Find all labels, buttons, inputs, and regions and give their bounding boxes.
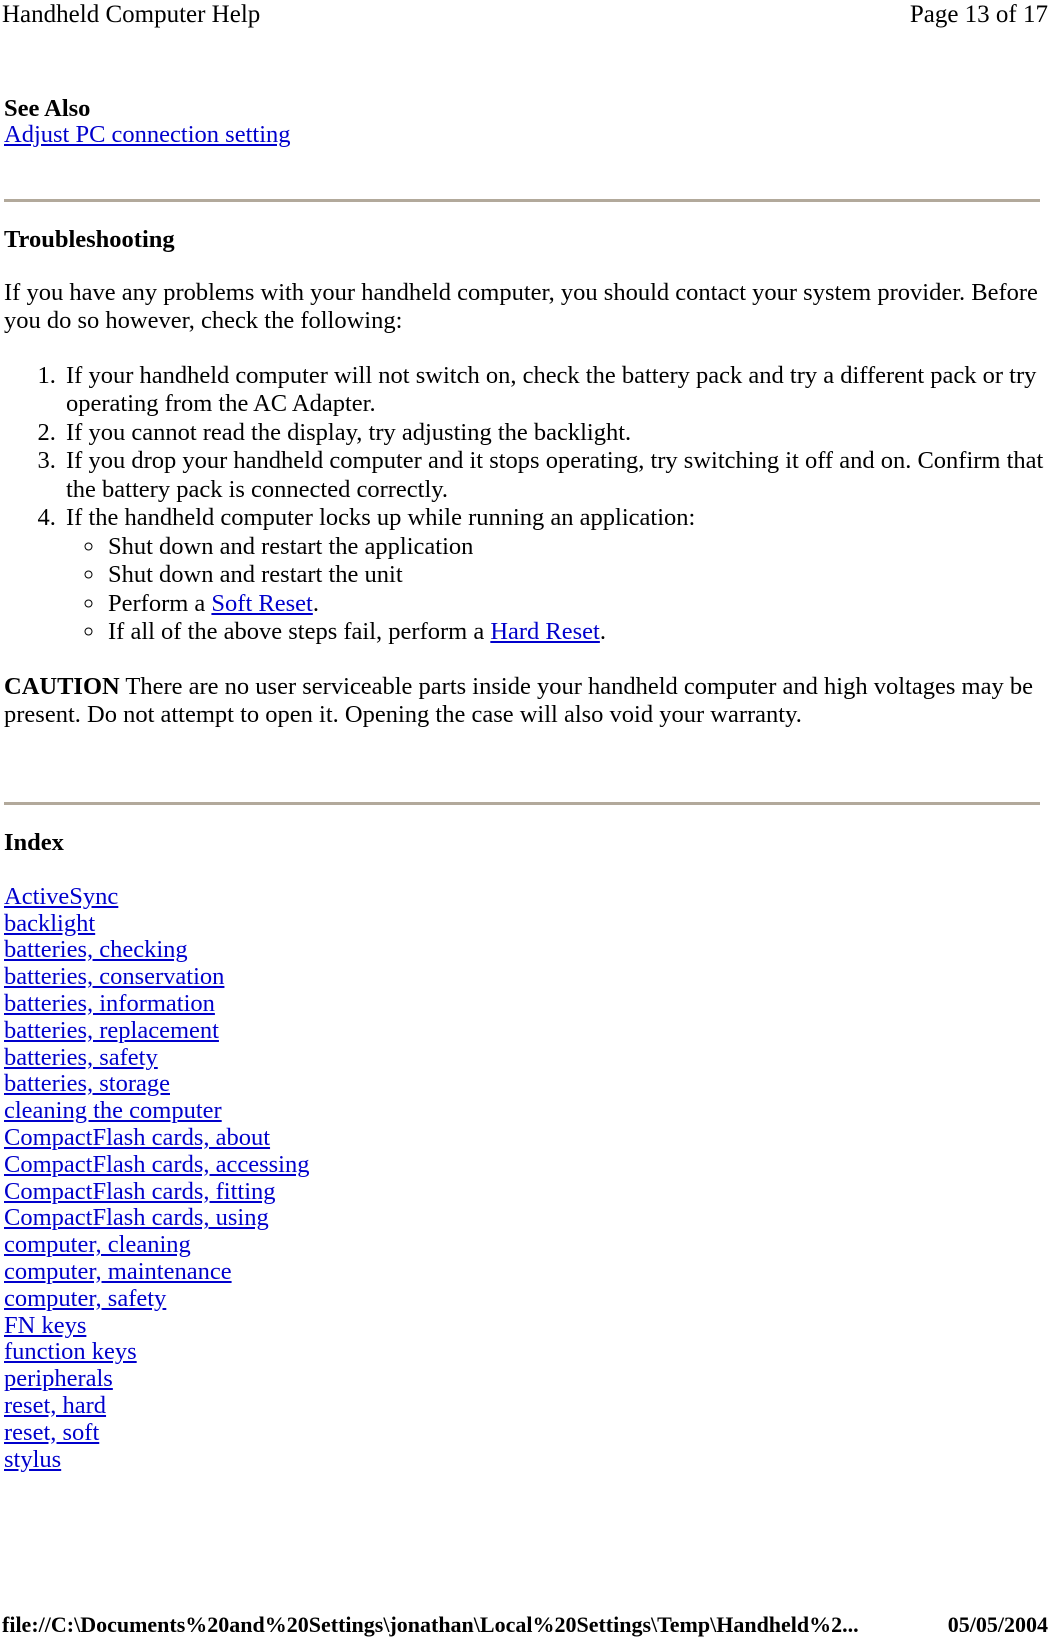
- index-link-compactflash-cards-accessing[interactable]: CompactFlash cards, accessing: [4, 1151, 309, 1178]
- troubleshooting-steps-list: If your handheld computer will not switc…: [4, 362, 1044, 647]
- list-item: reset, hard: [4, 1392, 1044, 1420]
- index-link-compactflash-cards-about[interactable]: CompactFlash cards, about: [4, 1124, 270, 1151]
- list-item: batteries, safety: [4, 1044, 1044, 1072]
- list-item: ActiveSync: [4, 883, 1044, 911]
- link-hard-reset[interactable]: Hard Reset: [490, 618, 600, 645]
- list-item: CompactFlash cards, using: [4, 1204, 1044, 1232]
- index-link-stylus[interactable]: stylus: [4, 1446, 61, 1473]
- print-header: Handheld Computer Help Page 13 of 17: [0, 0, 1050, 34]
- caution-label: CAUTION: [4, 672, 120, 700]
- list-item: Shut down and restart the application: [106, 533, 1044, 562]
- troubleshooting-section: Troubleshooting If you have any problems…: [4, 226, 1044, 730]
- list-item-label: If the handheld computer locks up while …: [66, 504, 696, 532]
- list-item: CompactFlash cards, fitting: [4, 1178, 1044, 1206]
- list-item: FN keys: [4, 1312, 1044, 1340]
- list-item-prefix: Perform a: [108, 589, 212, 617]
- print-footer-url: file://C:\Documents%20and%20Settings\jon…: [2, 1612, 859, 1637]
- see-also-section: See Also Adjust PC connection setting: [4, 95, 1044, 149]
- troubleshooting-intro-paragraph: If you have any problems with your handh…: [4, 278, 1038, 335]
- list-item-suffix: .: [312, 589, 319, 617]
- print-header-page-number: Page 13 of 17: [909, 1, 1048, 28]
- list-item-suffix: .: [599, 618, 606, 646]
- caution-text: There are no user serviceable parts insi…: [4, 672, 1033, 729]
- index-link-batteries-conservation[interactable]: batteries, conservation: [4, 963, 224, 990]
- index-link-computer-cleaning[interactable]: computer, cleaning: [4, 1231, 191, 1258]
- list-item: If your handheld computer will not switc…: [62, 362, 1044, 419]
- list-item: Shut down and restart the unit: [106, 561, 1044, 590]
- list-item: batteries, conservation: [4, 963, 1044, 991]
- list-item: If the handheld computer locks up while …: [62, 504, 1044, 647]
- index-link-batteries-information[interactable]: batteries, information: [4, 990, 215, 1017]
- list-item: backlight: [4, 910, 1044, 938]
- index-link-compactflash-cards-using[interactable]: CompactFlash cards, using: [4, 1204, 269, 1231]
- list-item: CompactFlash cards, about: [4, 1124, 1044, 1152]
- print-footer-date: 05/05/2004: [947, 1612, 1048, 1637]
- list-item: If all of the above steps fail, perform …: [106, 618, 1044, 647]
- index-link-batteries-checking[interactable]: batteries, checking: [4, 936, 188, 963]
- link-soft-reset[interactable]: Soft Reset: [211, 590, 312, 617]
- index-heading: Index: [4, 828, 64, 856]
- list-item: CompactFlash cards, accessing: [4, 1151, 1044, 1179]
- index-link-compactflash-cards-fitting[interactable]: CompactFlash cards, fitting: [4, 1178, 276, 1205]
- list-item: If you cannot read the display, try adju…: [62, 419, 1044, 448]
- list-item: If you drop your handheld computer and i…: [62, 447, 1044, 504]
- index-link-fn-keys[interactable]: FN keys: [4, 1312, 86, 1339]
- document-page: Handheld Computer Help Page 13 of 17 See…: [0, 0, 1050, 1644]
- index-link-reset-soft[interactable]: reset, soft: [4, 1419, 99, 1446]
- index-link-activesync[interactable]: ActiveSync: [4, 883, 118, 910]
- caution-paragraph: CAUTION There are no user serviceable pa…: [4, 673, 1044, 730]
- see-also-heading: See Also: [4, 95, 91, 122]
- index-link-batteries-storage[interactable]: batteries, storage: [4, 1070, 170, 1097]
- list-item: function keys: [4, 1338, 1044, 1366]
- print-header-title: Handheld Computer Help: [2, 1, 261, 28]
- list-item: batteries, checking: [4, 936, 1044, 964]
- index-link-batteries-safety[interactable]: batteries, safety: [4, 1044, 158, 1071]
- index-link-backlight[interactable]: backlight: [4, 910, 95, 937]
- document-content: See Also Adjust PC connection setting Tr…: [4, 95, 1044, 1473]
- list-item: peripherals: [4, 1365, 1044, 1393]
- list-item: reset, soft: [4, 1419, 1044, 1447]
- list-item: batteries, storage: [4, 1070, 1044, 1098]
- list-item: Perform a Soft Reset.: [106, 590, 1044, 619]
- troubleshooting-substeps-list: Shut down and restart the application Sh…: [66, 533, 1044, 647]
- index-link-list: ActiveSync backlight batteries, checking…: [4, 883, 1044, 1474]
- list-item: batteries, information: [4, 990, 1044, 1018]
- see-also-link-row: Adjust PC connection setting: [4, 121, 1044, 149]
- list-item: stylus: [4, 1446, 1044, 1474]
- print-footer: file://C:\Documents%20and%20Settings\jon…: [0, 1612, 1050, 1638]
- index-link-batteries-replacement[interactable]: batteries, replacement: [4, 1017, 219, 1044]
- list-item: cleaning the computer: [4, 1097, 1044, 1125]
- list-item: computer, maintenance: [4, 1258, 1044, 1286]
- list-item: computer, safety: [4, 1285, 1044, 1313]
- index-link-function-keys[interactable]: function keys: [4, 1338, 137, 1365]
- list-item-prefix: If all of the above steps fail, perform …: [108, 618, 491, 646]
- index-link-reset-hard[interactable]: reset, hard: [4, 1392, 106, 1419]
- list-item: computer, cleaning: [4, 1231, 1044, 1259]
- link-adjust-pc-connection-setting[interactable]: Adjust PC connection setting: [4, 121, 291, 148]
- index-link-peripherals[interactable]: peripherals: [4, 1365, 113, 1392]
- index-link-cleaning-the-computer[interactable]: cleaning the computer: [4, 1097, 222, 1124]
- troubleshooting-heading: Troubleshooting: [4, 225, 175, 253]
- list-item: batteries, replacement: [4, 1017, 1044, 1045]
- index-link-computer-safety[interactable]: computer, safety: [4, 1285, 166, 1312]
- index-section: Index ActiveSync backlight batteries, ch…: [4, 829, 1044, 1474]
- index-link-computer-maintenance[interactable]: computer, maintenance: [4, 1258, 232, 1285]
